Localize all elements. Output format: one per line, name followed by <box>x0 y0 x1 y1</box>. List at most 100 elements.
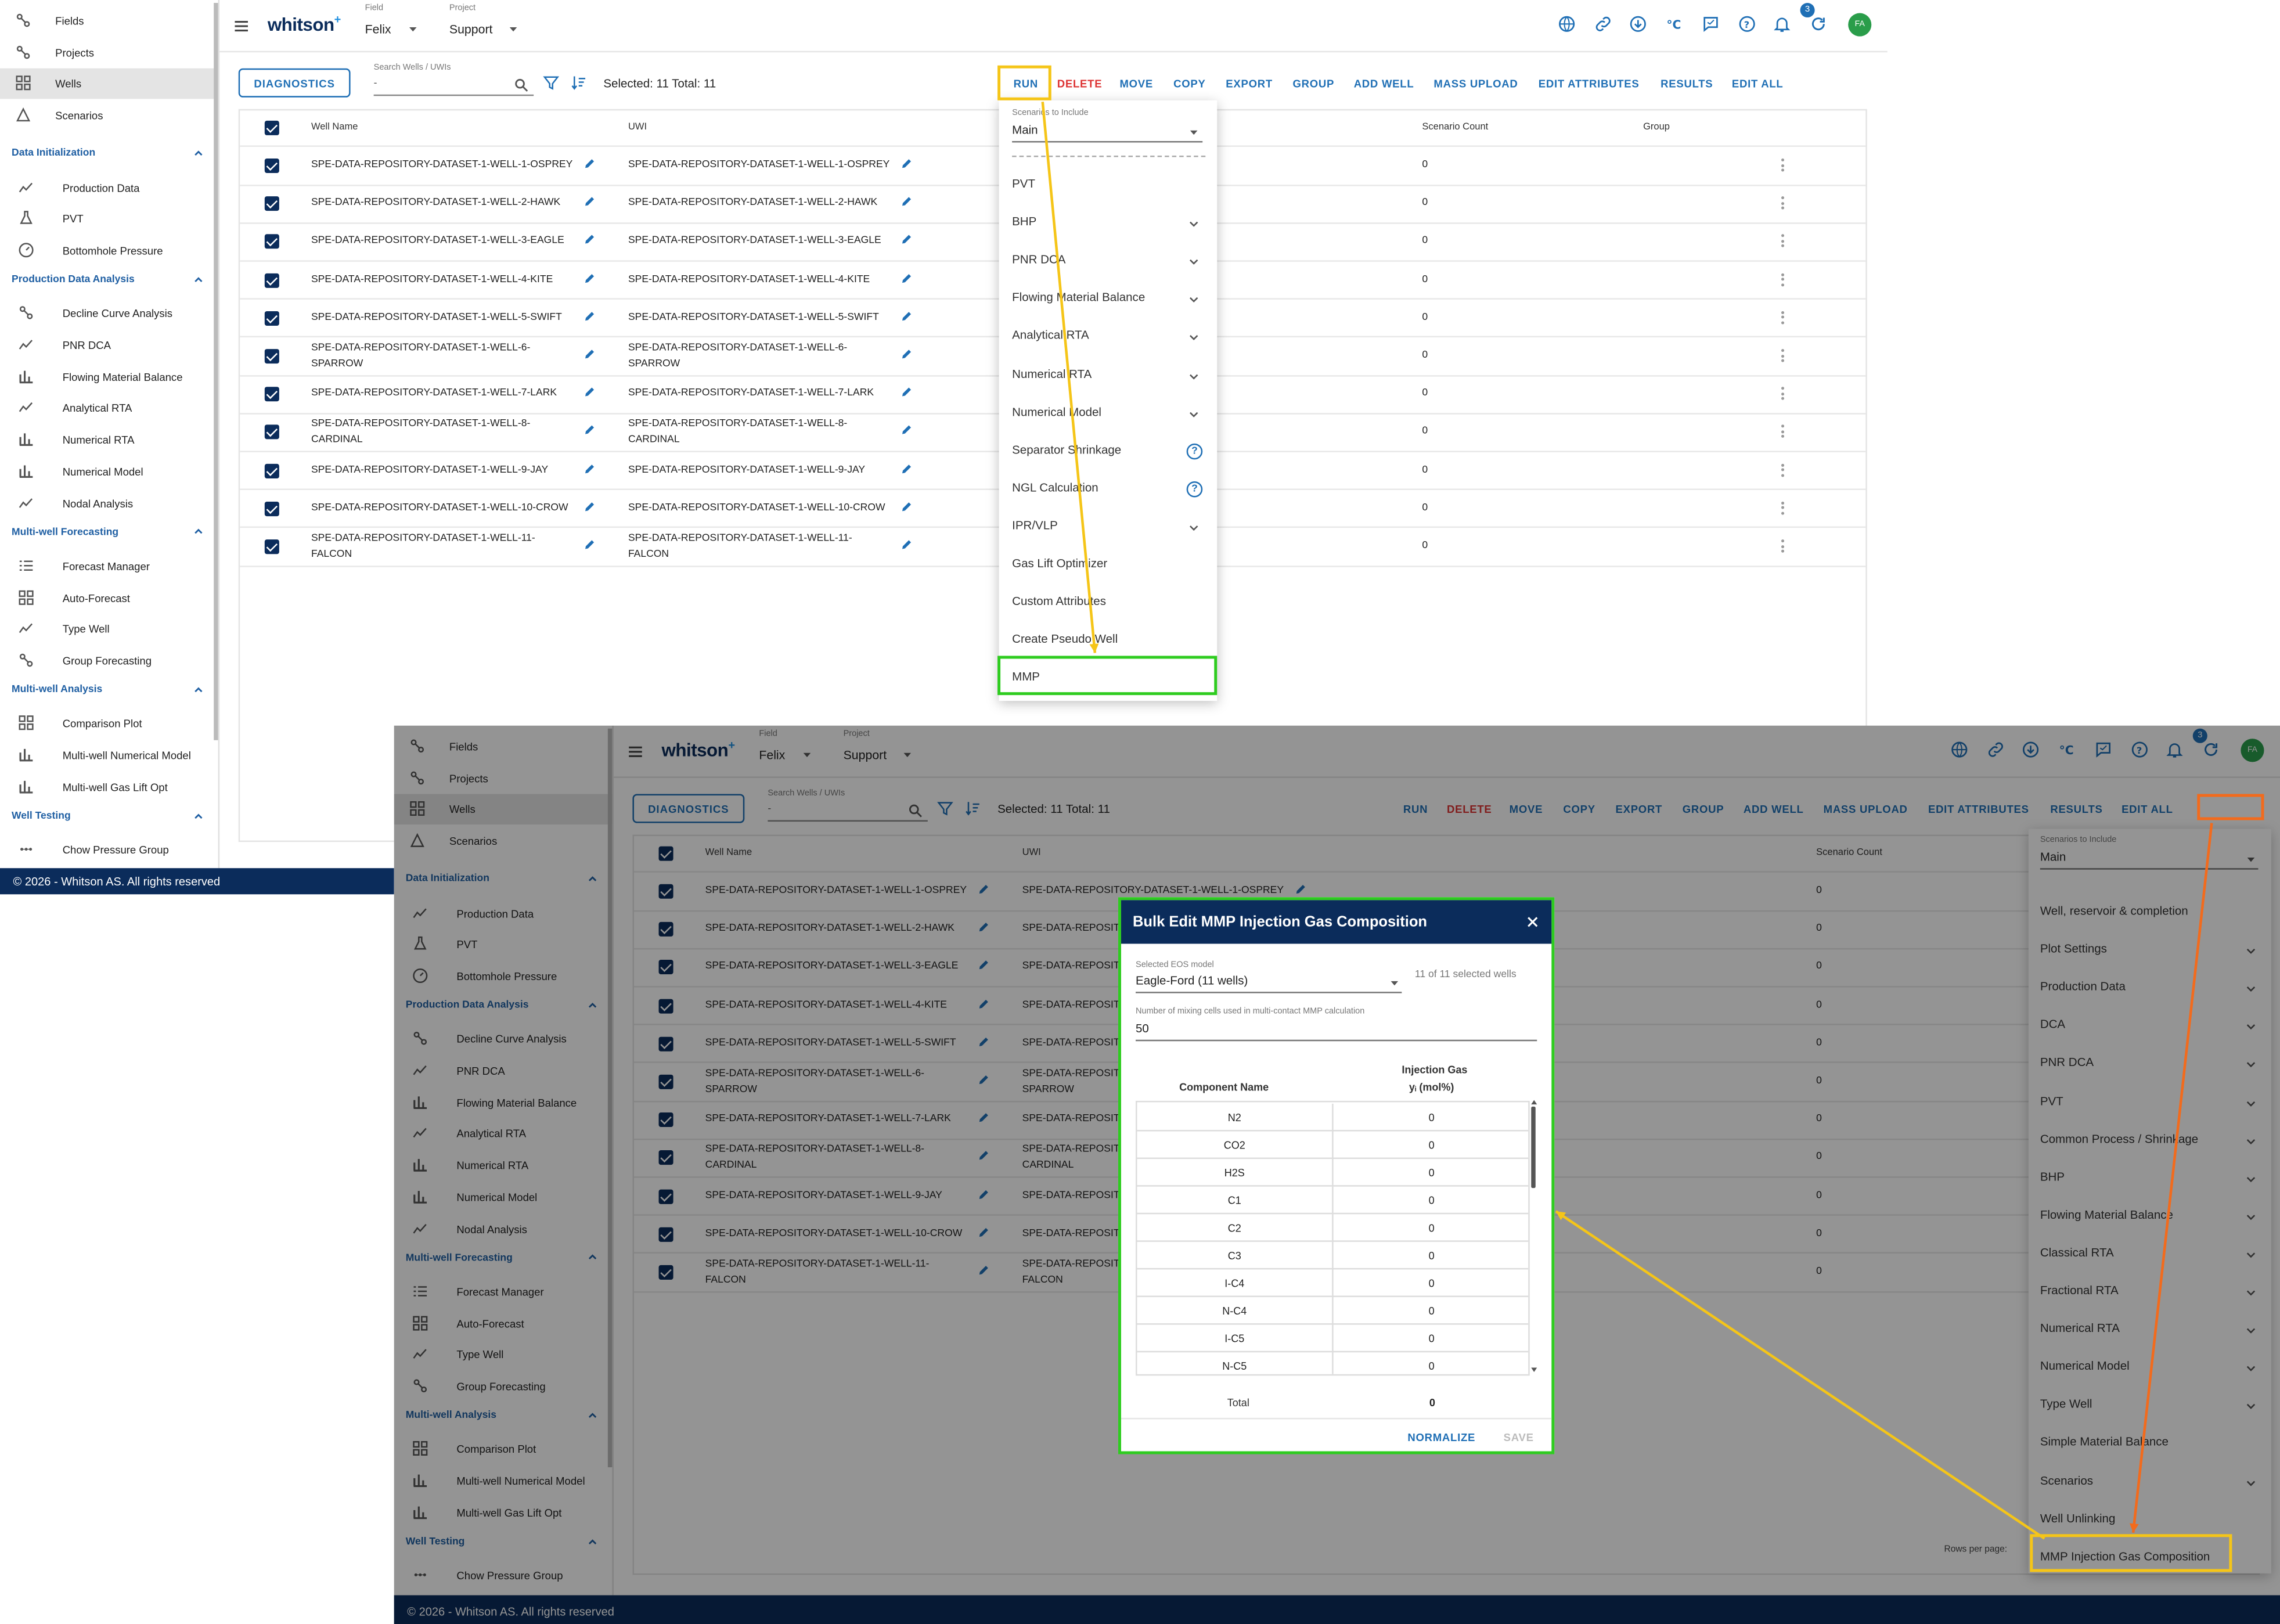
injection-gas-value-cell[interactable]: 0 <box>1334 1111 1529 1124</box>
sidebar-item-forecast-manager[interactable]: Forecast Manager <box>0 551 218 582</box>
composition-row[interactable]: N2 0 <box>1137 1103 1529 1132</box>
grid-scrollbar[interactable] <box>1531 1106 1536 1189</box>
sidebar-item-numerical-model[interactable]: Numerical Model <box>0 456 218 487</box>
composition-row[interactable]: I-C4 0 <box>1137 1269 1529 1298</box>
run-menu-item-pnr-dca[interactable]: PNR DCA <box>999 249 1218 278</box>
injection-gas-value-cell[interactable]: 0 <box>1334 1277 1529 1290</box>
save-button[interactable]: SAVE <box>1504 1431 1534 1444</box>
row-checkbox[interactable] <box>264 311 279 326</box>
row-actions-kebab-icon[interactable] <box>1781 425 1785 440</box>
sidebar-section-data-initialization[interactable]: Data Initialization <box>0 141 218 167</box>
run-menu-item-numerical-model[interactable]: Numerical Model <box>999 401 1218 430</box>
row-checkbox[interactable] <box>264 463 279 478</box>
help-circle-icon[interactable]: ? <box>1186 481 1203 498</box>
composition-row[interactable]: CO2 0 <box>1137 1131 1529 1160</box>
injection-gas-value-cell[interactable]: 0 <box>1334 1360 1529 1373</box>
scenarios-select[interactable]: Main <box>1012 124 1203 143</box>
sidebar-item-production-data[interactable]: Production Data <box>0 172 218 203</box>
field-select[interactable]: Felix <box>365 22 391 37</box>
run-menu-item-separator-shrinkage[interactable]: Separator Shrinkage? <box>999 439 1218 468</box>
search-input[interactable]: - <box>373 78 534 96</box>
diagnostics-button[interactable]: DIAGNOSTICS <box>238 68 351 98</box>
sidebar-item-multi-well-gas-lift-opt[interactable]: Multi-well Gas Lift Opt <box>0 772 218 802</box>
eos-select[interactable]: Eagle-Ford (11 wells) <box>1136 974 1402 993</box>
row-actions-kebab-icon[interactable] <box>1781 235 1785 250</box>
sidebar-item-wells[interactable]: Wells <box>0 69 218 100</box>
row-checkbox[interactable] <box>264 196 279 211</box>
toolbar-edit-all-button[interactable]: EDIT ALL <box>1732 77 1784 91</box>
toolbar-export-button[interactable]: EXPORT <box>1226 77 1273 91</box>
sidebar-section-well-testing[interactable]: Well Testing <box>0 804 218 830</box>
composition-row[interactable]: C1 0 <box>1137 1186 1529 1215</box>
sidebar-scrollbar[interactable] <box>214 3 218 741</box>
sidebar-item-analytical-rta[interactable]: Analytical RTA <box>0 393 218 424</box>
injection-gas-value-cell[interactable]: 0 <box>1334 1332 1529 1345</box>
composition-row[interactable]: C3 0 <box>1137 1241 1529 1270</box>
injection-gas-value-cell[interactable]: 0 <box>1334 1305 1529 1318</box>
sidebar-item-chow-pressure-group[interactable]: Chow Pressure Group <box>0 835 218 866</box>
help-circle-icon[interactable]: ? <box>1186 443 1203 459</box>
run-menu-item-ipr-vlp[interactable]: IPR/VLP <box>999 514 1218 543</box>
sidebar-item-decline-curve-analysis[interactable]: Decline Curve Analysis <box>0 298 218 329</box>
sidebar-item-type-well[interactable]: Type Well <box>0 614 218 645</box>
normalize-button[interactable]: NORMALIZE <box>1407 1431 1475 1444</box>
sidebar-item-flowing-material-balance[interactable]: Flowing Material Balance <box>0 362 218 393</box>
composition-row[interactable]: C2 0 <box>1137 1214 1529 1242</box>
run-menu-item-mmp[interactable]: MMP <box>999 667 1218 696</box>
sidebar-item-group-forecasting[interactable]: Group Forecasting <box>0 646 218 676</box>
toolbar-edit-attributes-button[interactable]: EDIT ATTRIBUTES <box>1539 77 1640 91</box>
injection-gas-value-cell[interactable]: 0 <box>1334 1249 1529 1262</box>
sidebar-item-multi-well-numerical-model[interactable]: Multi-well Numerical Model <box>0 740 218 771</box>
row-checkbox[interactable] <box>264 349 279 364</box>
row-checkbox[interactable] <box>264 235 279 250</box>
row-actions-kebab-icon[interactable] <box>1781 387 1785 402</box>
close-icon[interactable] <box>1524 913 1541 931</box>
row-checkbox[interactable] <box>264 158 279 174</box>
sidebar-section-production-data-analysis[interactable]: Production Data Analysis <box>0 267 218 293</box>
injection-gas-value-cell[interactable]: 0 <box>1334 1166 1529 1180</box>
sidebar-item-nodal-analysis[interactable]: Nodal Analysis <box>0 488 218 518</box>
run-menu-item-custom-attributes[interactable]: Custom Attributes <box>999 590 1218 620</box>
injection-gas-value-cell[interactable]: 0 <box>1334 1222 1529 1235</box>
sidebar-item-bottomhole-pressure[interactable]: Bottomhole Pressure <box>0 235 218 266</box>
toolbar-delete-button[interactable]: DELETE <box>1057 77 1103 91</box>
sidebar-item-pnr-dca[interactable]: PNR DCA <box>0 330 218 361</box>
sidebar-section-multi-well-analysis[interactable]: Multi-well Analysis <box>0 677 218 703</box>
sidebar-item-auto-forecast[interactable]: Auto-Forecast <box>0 582 218 613</box>
run-menu-item-ngl-calculation[interactable]: NGL Calculation? <box>999 477 1218 506</box>
sidebar-section-multi-well-forecasting[interactable]: Multi-well Forecasting <box>0 520 218 546</box>
toolbar-add-well-button[interactable]: ADD WELL <box>1354 77 1414 91</box>
composition-row[interactable]: N-C4 0 <box>1137 1297 1529 1325</box>
composition-row[interactable]: I-C5 0 <box>1137 1324 1529 1353</box>
mixing-cells-input[interactable]: 50 <box>1136 1022 1537 1042</box>
run-menu-item-bhp[interactable]: BHP <box>999 211 1218 240</box>
toolbar-run-button[interactable]: RUN <box>1014 77 1038 91</box>
row-actions-kebab-icon[interactable] <box>1781 158 1785 174</box>
toolbar-move-button[interactable]: MOVE <box>1119 77 1153 91</box>
toolbar-results-button[interactable]: RESULTS <box>1661 77 1713 91</box>
sidebar-item-comparison-plot[interactable]: Comparison Plot <box>0 709 218 740</box>
avatar[interactable]: FA <box>1848 13 1872 37</box>
sidebar-item-projects[interactable]: Projects <box>0 37 218 68</box>
row-actions-kebab-icon[interactable] <box>1781 272 1785 288</box>
run-menu-item-create-pseudo-well[interactable]: Create Pseudo Well <box>999 628 1218 657</box>
toolbar-mass-upload-button[interactable]: MASS UPLOAD <box>1433 77 1518 91</box>
row-checkbox[interactable] <box>264 425 279 440</box>
row-actions-kebab-icon[interactable] <box>1781 349 1785 364</box>
row-actions-kebab-icon[interactable] <box>1781 311 1785 326</box>
run-menu-item-pvt[interactable]: PVT <box>999 173 1218 202</box>
run-menu-item-numerical-rta[interactable]: Numerical RTA <box>999 363 1218 392</box>
toolbar-copy-button[interactable]: COPY <box>1173 77 1205 91</box>
row-checkbox[interactable] <box>264 387 279 402</box>
composition-row[interactable]: H2S 0 <box>1137 1159 1529 1187</box>
injection-gas-value-cell[interactable]: 0 <box>1334 1194 1529 1207</box>
row-actions-kebab-icon[interactable] <box>1781 196 1785 212</box>
row-actions-kebab-icon[interactable] <box>1781 539 1785 554</box>
composition-row[interactable]: N-C5 0 <box>1137 1352 1529 1374</box>
sidebar-item-numerical-rta[interactable]: Numerical RTA <box>0 425 218 456</box>
toolbar-group-button[interactable]: GROUP <box>1293 77 1335 91</box>
row-actions-kebab-icon[interactable] <box>1781 463 1785 478</box>
project-select[interactable]: Support <box>449 22 493 37</box>
row-checkbox[interactable] <box>264 501 279 516</box>
run-menu-item-gas-lift-optimizer[interactable]: Gas Lift Optimizer <box>999 553 1218 582</box>
